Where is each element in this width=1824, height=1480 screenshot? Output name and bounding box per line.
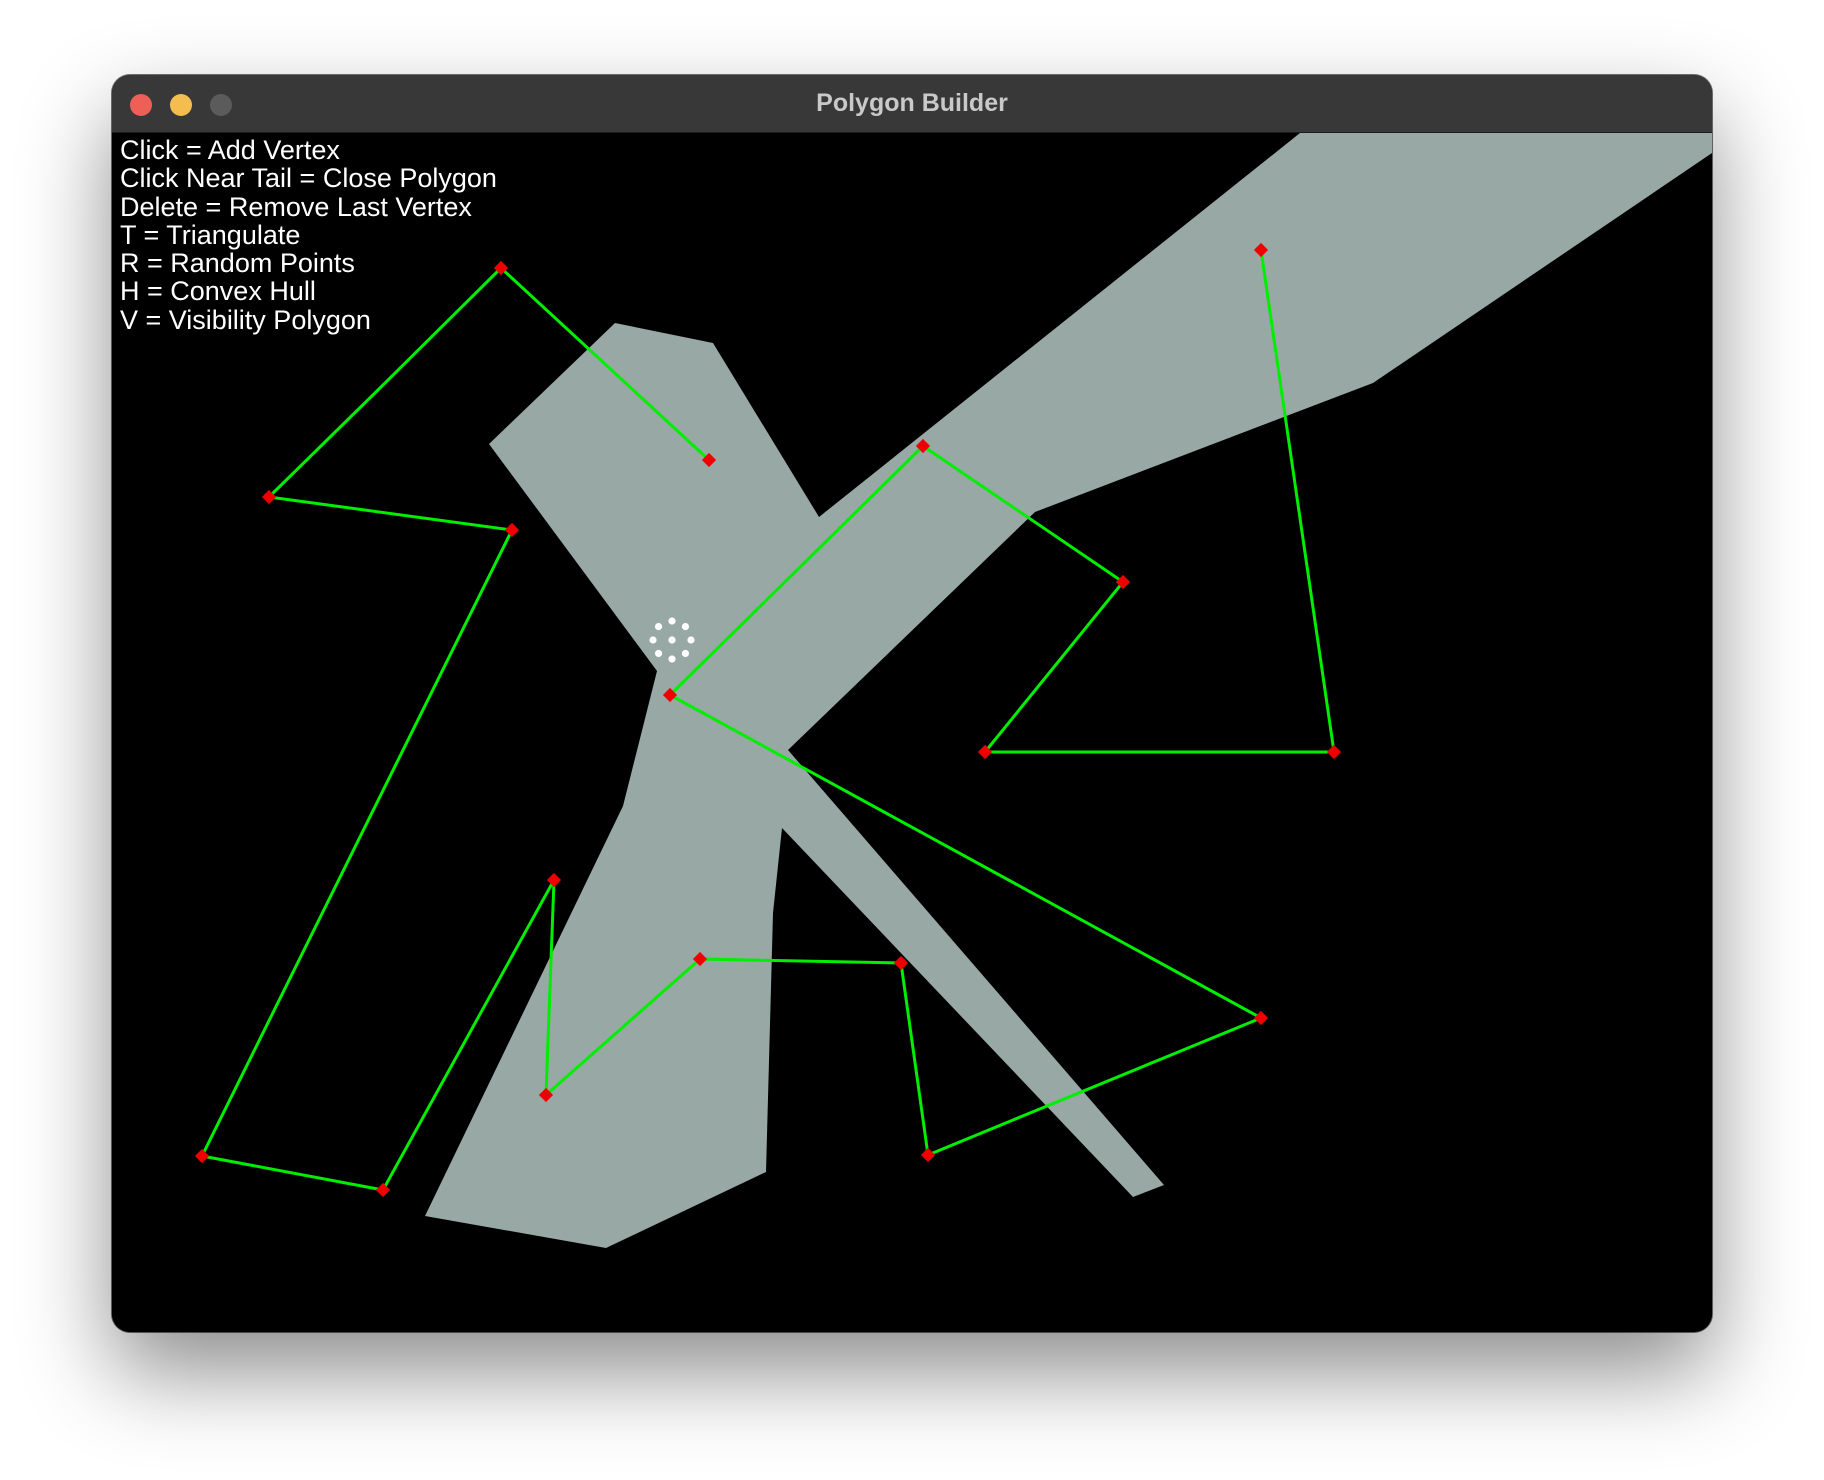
title-bar[interactable]: Polygon Builder [112,75,1712,133]
help-line-add-vertex: Click = Add Vertex [120,135,340,165]
help-line-random-points: R = Random Points [120,248,355,279]
help-line-close-polygon: Click Near Tail = Close Polygon [120,163,497,194]
polygon-vertex[interactable] [375,1182,391,1198]
visibility-polygon [425,133,1712,1248]
polygon-vertex[interactable] [1253,1010,1269,1026]
app-window: Polygon Builder Click = Add Vertex Click… [112,75,1712,1332]
polygon-edge [983,580,1125,754]
polygon-edge [200,1154,385,1192]
query-point-dot [649,636,657,644]
help-line-convex-hull: H = Convex Hull [120,276,316,307]
help-line-visibility-polygon: V = Visibility Polygon [120,304,371,335]
window-title: Polygon Builder [816,89,1008,117]
help-text: Click = Add Vertex Click Near Tail = Clo… [120,136,497,334]
polygon-canvas[interactable]: Click = Add Vertex Click Near Tail = Clo… [112,133,1712,1332]
help-line-remove-vertex: Delete = Remove Last Vertex [120,191,472,222]
polygon-edge [267,388,380,499]
polygon-edge [200,528,514,1158]
polygon-edge [267,495,514,532]
query-point-dot [681,622,690,631]
query-point-dot [687,636,695,644]
query-point-center [668,636,676,644]
polygon-vertex[interactable] [1326,744,1342,760]
query-point-dot [654,649,663,658]
help-line-triangulate: T = Triangulate [120,219,301,250]
query-point-dot [668,617,676,625]
polygon-vertex[interactable] [920,1147,936,1163]
query-point-dot [681,649,690,658]
polygon-vertex[interactable] [504,522,520,538]
query-point-dot [654,622,663,631]
query-point-marker[interactable] [649,617,695,663]
query-point-dot [668,655,676,663]
polygon-vertex[interactable] [546,872,562,888]
polygon-edge [899,961,930,1157]
polygon-vertex[interactable] [194,1148,210,1164]
